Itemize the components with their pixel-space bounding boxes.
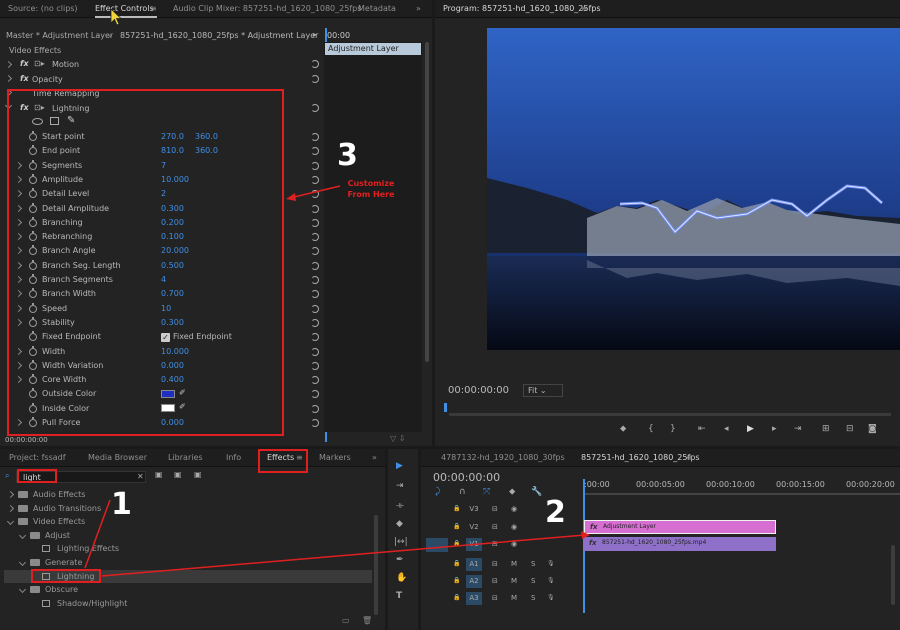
- arrow-1: [84, 499, 111, 569]
- arrow-3: [289, 185, 341, 199]
- annotation-arrows: [84, 185, 590, 577]
- arrow-2: [101, 534, 586, 577]
- arrow-2-head: [581, 531, 590, 539]
- arrow-3-head: [286, 193, 296, 201]
